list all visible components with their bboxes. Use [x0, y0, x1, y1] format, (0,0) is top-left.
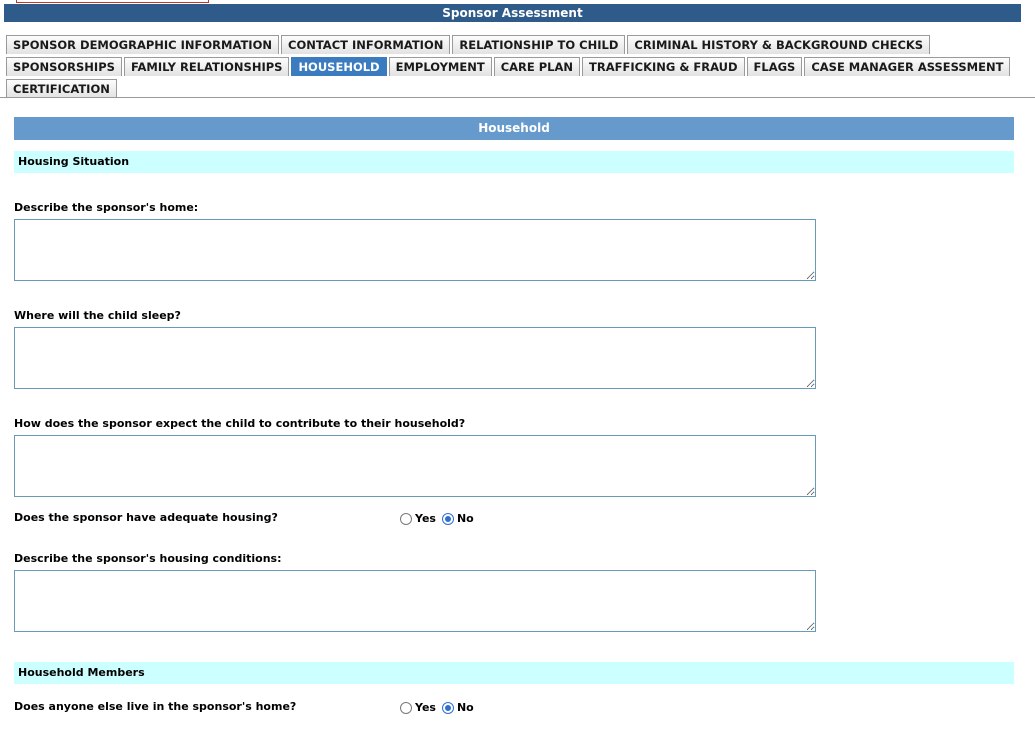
tab-criminal-history-and-background-checks[interactable]: CRIMINAL HISTORY & BACKGROUND CHECKS	[627, 35, 931, 54]
tab-contact-information[interactable]: CONTACT INFORMATION	[281, 35, 451, 54]
housing-conditions-textarea[interactable]	[14, 570, 816, 632]
child-sleep-label: Where will the child sleep?	[14, 309, 181, 322]
adequate-housing-yes-label: Yes	[415, 512, 436, 525]
household-members-header: Household Members	[14, 662, 1014, 684]
anyone-else-label: Does anyone else live in the sponsor's h…	[14, 700, 297, 713]
tab-sponsor-demographic-information[interactable]: SPONSOR DEMOGRAPHIC INFORMATION	[6, 35, 279, 54]
tab-flags[interactable]: FLAGS	[746, 57, 803, 76]
child-contribute-label: How does the sponsor expect the child to…	[14, 417, 466, 430]
adequate-housing-label: Does the sponsor have adequate housing?	[14, 511, 278, 524]
tab-care-plan[interactable]: CARE PLAN	[493, 57, 581, 76]
tab-trafficking-and-fraud[interactable]: TRAFFICKING & FRAUD	[582, 57, 745, 76]
tab-row-3: CERTIFICATION	[6, 79, 117, 98]
tab-household[interactable]: HOUSEHOLD	[291, 57, 387, 76]
housing-situation-header: Housing Situation	[14, 151, 1014, 173]
tab-relationship-to-child[interactable]: RELATIONSHIP TO CHILD	[452, 35, 626, 54]
tab-case-manager-assessment[interactable]: CASE MANAGER ASSESSMENT	[804, 57, 1011, 76]
tab-row-2: SPONSORSHIPS FAMILY RELATIONSHIPS HOUSEHOL…	[6, 57, 1011, 76]
anyone-else-yes-option[interactable]: Yes	[400, 701, 436, 714]
adequate-housing-no-radio[interactable]	[441, 512, 454, 525]
tab-row-1: SPONSOR DEMOGRAPHIC INFORMATION CONTACT I…	[6, 35, 931, 54]
describe-home-label: Describe the sponsor's home:	[14, 201, 199, 214]
tab-employment[interactable]: EMPLOYMENT	[388, 57, 492, 76]
tab-certification[interactable]: CERTIFICATION	[6, 79, 117, 98]
tab-family-relationships[interactable]: FAMILY RELATIONSHIPS	[123, 57, 290, 76]
adequate-housing-no-label: No	[456, 512, 474, 525]
anyone-else-yes-radio[interactable]	[400, 701, 412, 714]
describe-home-textarea[interactable]	[14, 219, 816, 281]
section-title: Household	[14, 117, 1014, 140]
page-title: Sponsor Assessment	[4, 4, 1021, 22]
anyone-else-yes-label: Yes	[415, 701, 436, 714]
child-contribute-textarea[interactable]	[14, 435, 816, 497]
child-sleep-textarea[interactable]	[14, 327, 816, 389]
anyone-else-radio-group: Yes No	[400, 701, 480, 714]
housing-conditions-label: Describe the sponsor's housing condition…	[14, 552, 282, 565]
adequate-housing-yes-option[interactable]: Yes	[400, 512, 436, 525]
tab-sponsorships[interactable]: SPONSORSHIPS	[6, 57, 122, 76]
tabs-divider	[0, 97, 1035, 98]
top-highlight-bar	[16, 0, 209, 3]
adequate-housing-yes-radio[interactable]	[400, 512, 412, 525]
adequate-housing-radio-group: Yes No	[400, 512, 480, 525]
adequate-housing-no-option[interactable]: No	[441, 512, 474, 525]
anyone-else-no-radio[interactable]	[441, 701, 454, 714]
anyone-else-no-label: No	[456, 701, 474, 714]
anyone-else-no-option[interactable]: No	[441, 701, 474, 714]
